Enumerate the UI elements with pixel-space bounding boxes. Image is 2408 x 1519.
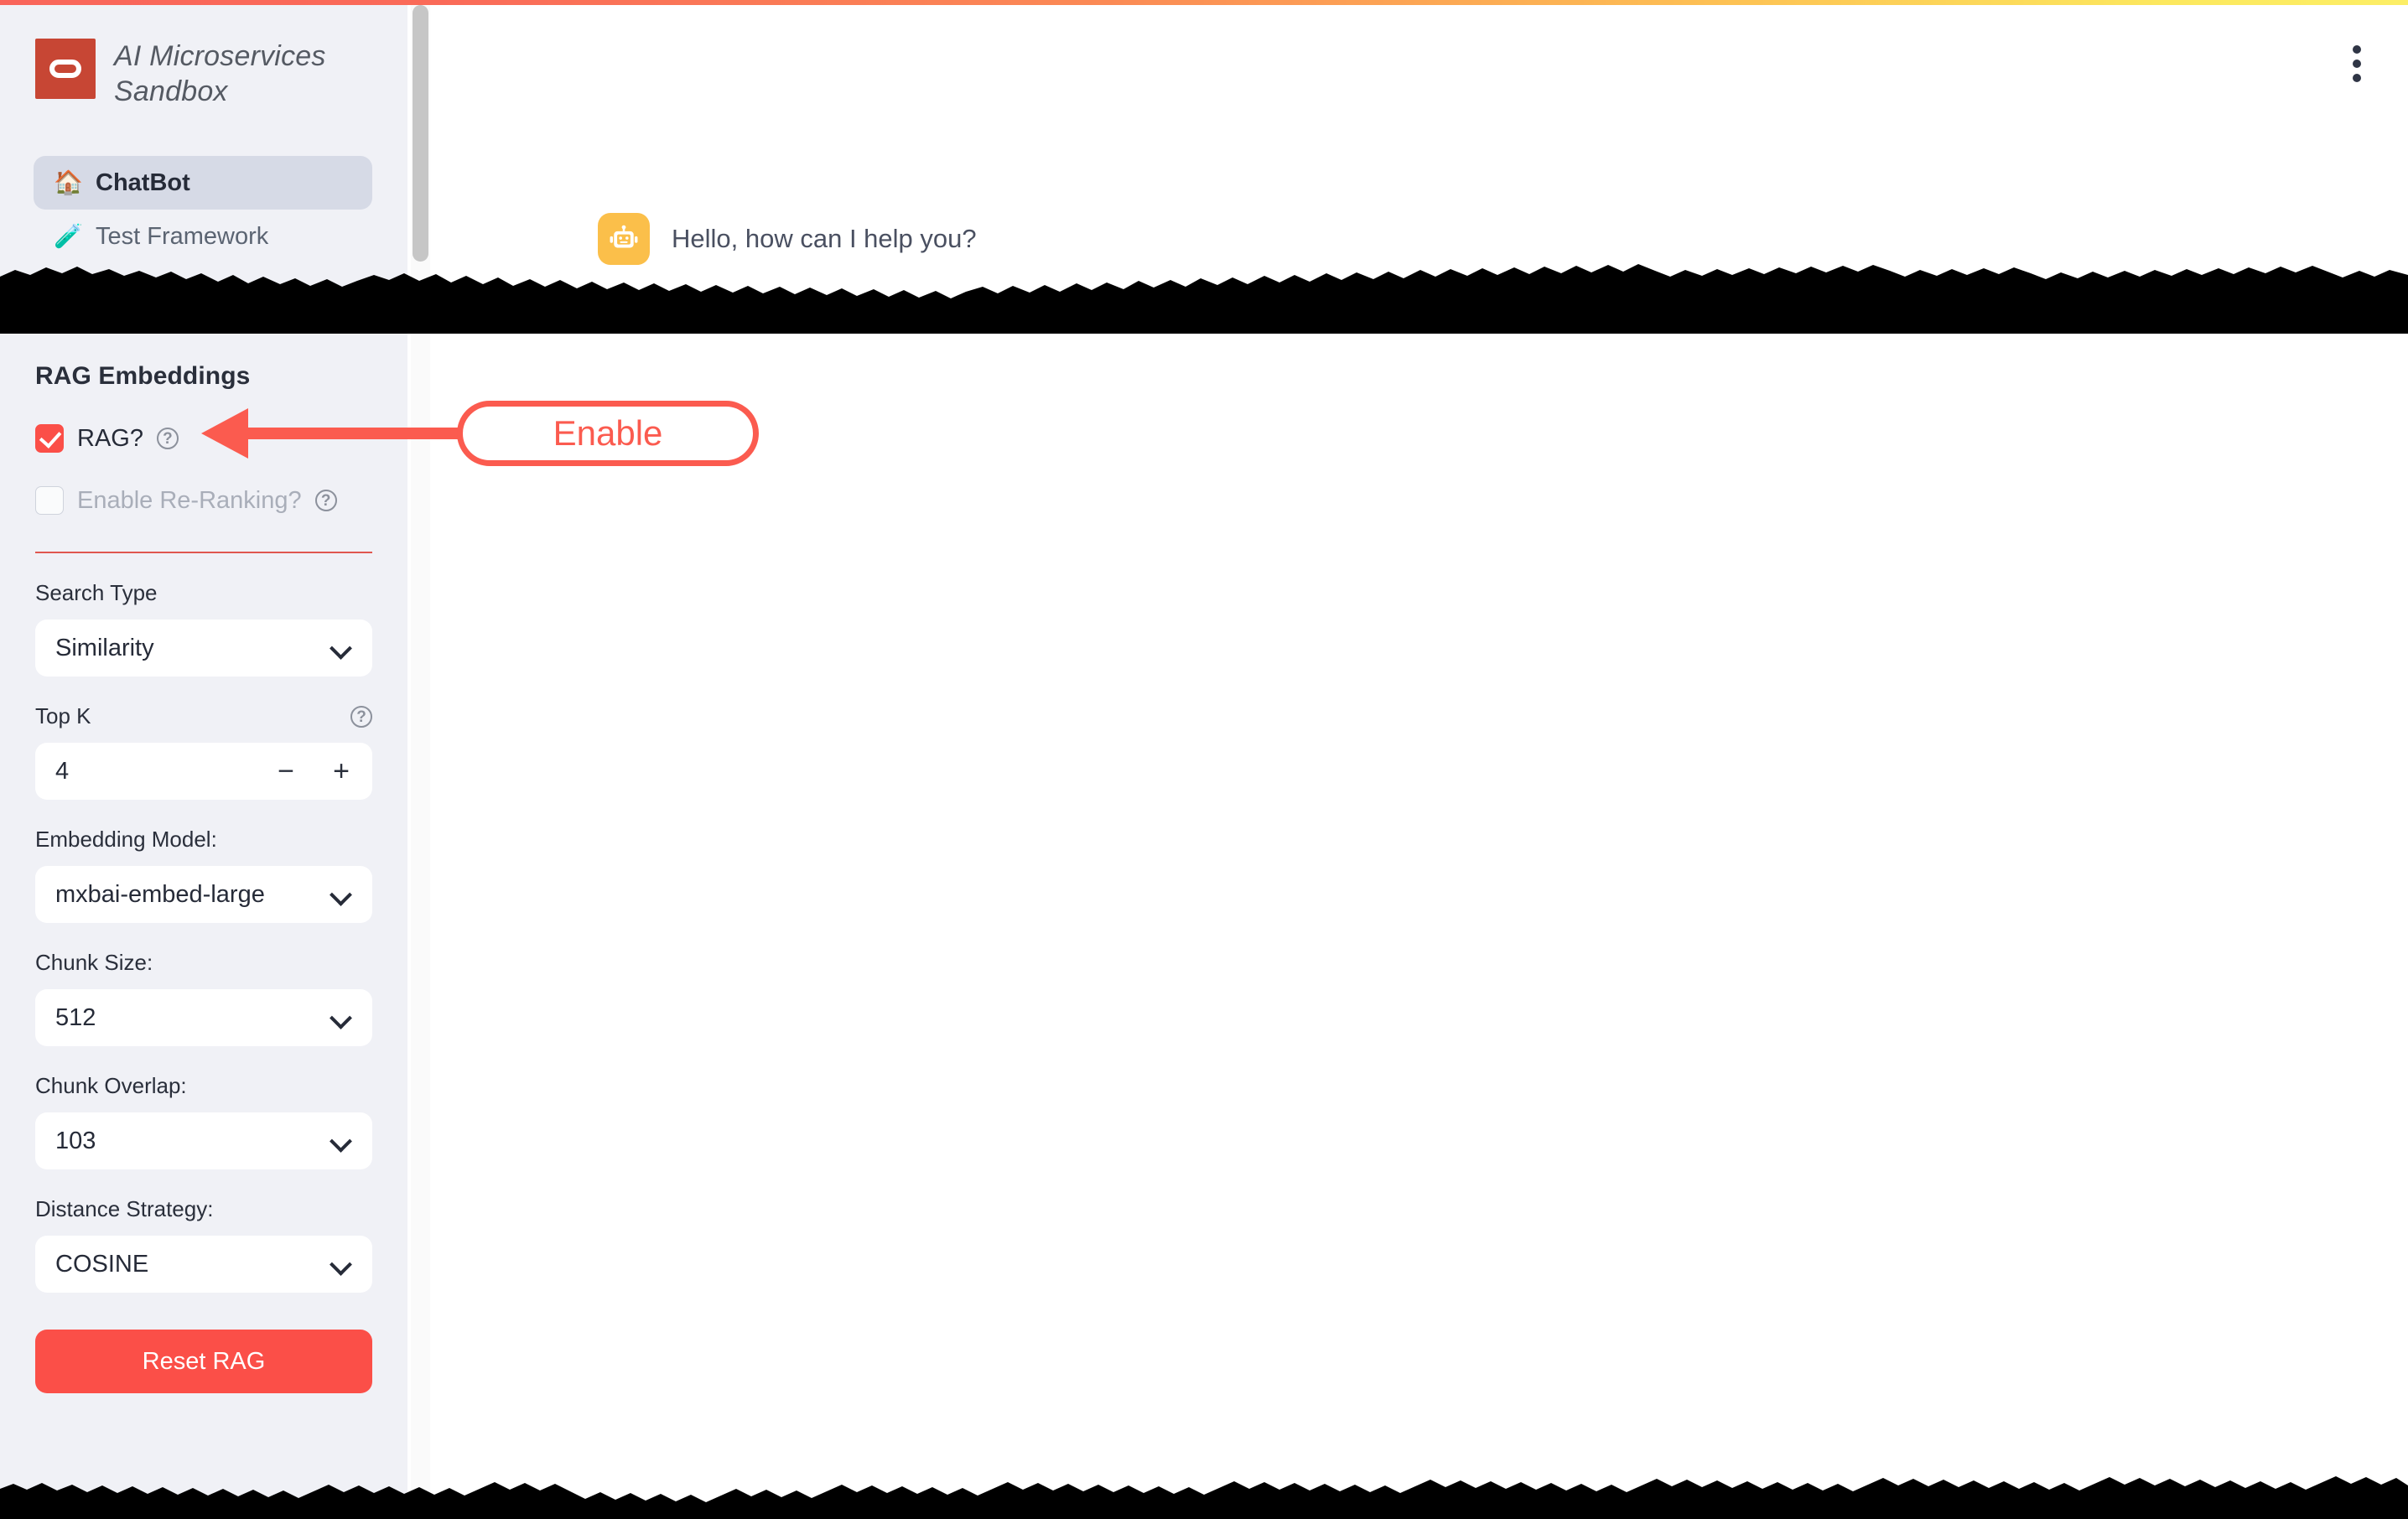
chunk-size-label: Chunk Size:	[35, 950, 372, 976]
rag-embeddings-panel: RAG Embeddings RAG? ? Enable Re-Ranking?…	[0, 334, 407, 1393]
chunk-overlap-label: Chunk Overlap:	[35, 1073, 372, 1099]
search-type-label-text: Search Type	[35, 580, 158, 605]
top-k-label: Top K ?	[35, 703, 372, 729]
robot-avatar-icon	[598, 213, 650, 265]
main-content: Hello, how can I help you?	[430, 5, 2408, 1519]
brand: AI Microservices Sandbox	[35, 39, 366, 109]
sidebar-nav: 🏠 ChatBot 🧪 Test Framework	[34, 156, 372, 263]
question-mark-icon[interactable]: ?	[350, 705, 372, 728]
chunk-size-select[interactable]: 512	[35, 989, 372, 1046]
sidebar-scrollbar-thumb[interactable]	[413, 5, 428, 262]
rag-checkbox-row[interactable]: RAG? ?	[35, 424, 372, 453]
reranking-checkbox-label: Enable Re-Ranking?	[77, 486, 302, 514]
redaction-band-top	[0, 258, 2408, 334]
oracle-ring-logo-icon	[35, 39, 96, 99]
chevron-down-icon	[330, 637, 352, 659]
test-tube-icon: 🧪	[54, 223, 83, 249]
chat-message-text: Hello, how can I help you?	[672, 224, 977, 253]
sidebar-item-label: ChatBot	[96, 168, 190, 196]
question-mark-icon[interactable]: ?	[156, 428, 179, 449]
chat-message: Hello, how can I help you?	[598, 213, 977, 265]
chevron-down-icon	[330, 884, 352, 905]
search-type-label: Search Type	[35, 580, 372, 606]
chevron-down-icon	[330, 1007, 352, 1029]
chunk-size-label-text: Chunk Size:	[35, 950, 153, 975]
reset-rag-button[interactable]: Reset RAG	[35, 1330, 372, 1393]
chevron-down-icon	[330, 1130, 352, 1152]
sidebar-item-chatbot[interactable]: 🏠 ChatBot	[34, 156, 372, 210]
rag-checkbox[interactable]	[35, 424, 64, 453]
top-k-stepper-buttons: − +	[275, 757, 352, 785]
distance-strategy-value: COSINE	[55, 1250, 149, 1278]
question-mark-icon[interactable]: ?	[314, 490, 337, 511]
top-gradient-bar	[0, 0, 2408, 5]
top-k-increment-button[interactable]: +	[330, 757, 352, 785]
reranking-checkbox[interactable]	[35, 486, 64, 515]
top-k-stepper[interactable]: 4 − +	[35, 743, 372, 800]
top-k-decrement-button[interactable]: −	[275, 757, 297, 785]
house-icon: 🏠	[54, 169, 83, 195]
embedding-model-select[interactable]: mxbai-embed-large	[35, 866, 372, 923]
distance-strategy-label: Distance Strategy:	[35, 1196, 372, 1222]
embedding-model-label: Embedding Model:	[35, 827, 372, 853]
embedding-model-label-text: Embedding Model:	[35, 827, 217, 852]
top-k-value[interactable]: 4	[55, 758, 69, 785]
chunk-overlap-value: 103	[55, 1127, 96, 1154]
search-type-value: Similarity	[55, 634, 154, 661]
rag-checkbox-label: RAG?	[77, 424, 143, 452]
kebab-menu-icon[interactable]	[2351, 45, 2363, 82]
chunk-size-value: 512	[55, 1003, 96, 1031]
panel-divider	[35, 552, 372, 553]
rag-panel-heading: RAG Embeddings	[35, 362, 251, 390]
redaction-band-bottom	[0, 1474, 2408, 1519]
distance-strategy-select[interactable]: COSINE	[35, 1236, 372, 1293]
distance-strategy-label-text: Distance Strategy:	[35, 1196, 214, 1221]
embedding-model-value: mxbai-embed-large	[55, 880, 265, 908]
chunk-overlap-label-text: Chunk Overlap:	[35, 1073, 187, 1098]
app-title: AI Microservices Sandbox	[114, 40, 326, 107]
top-k-label-text: Top K	[35, 703, 91, 728]
chevron-down-icon	[330, 1253, 352, 1275]
chunk-overlap-select[interactable]: 103	[35, 1112, 372, 1169]
sidebar-item-label: Test Framework	[96, 222, 269, 250]
search-type-select[interactable]: Similarity	[35, 620, 372, 677]
sidebar-item-test-framework[interactable]: 🧪 Test Framework	[34, 210, 372, 263]
reranking-checkbox-row[interactable]: Enable Re-Ranking? ?	[35, 486, 372, 515]
